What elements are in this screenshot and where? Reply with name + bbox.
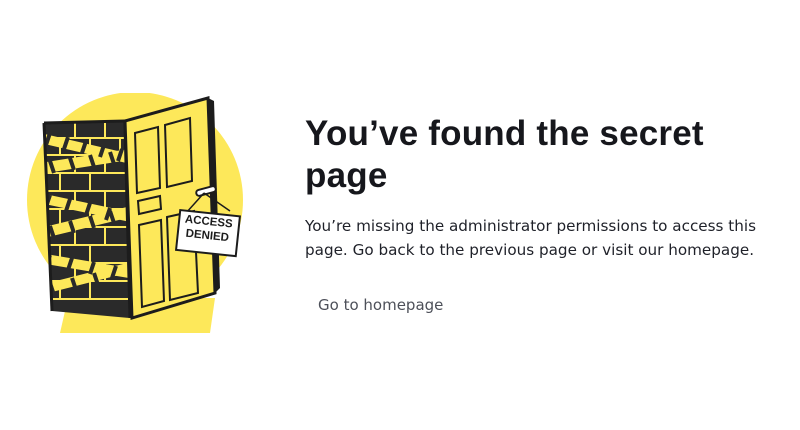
error-description: You’re missing the administrator permiss… — [305, 217, 757, 259]
page-title: You’ve found the secret page — [305, 114, 704, 195]
error-content: You’ve found the secret page You’re miss… — [305, 113, 785, 315]
error-page: ACCESS DENIED You’ve found the secret pa… — [0, 0, 800, 430]
access-denied-illustration: ACCESS DENIED — [20, 92, 250, 338]
go-to-homepage-button[interactable]: Go to homepage — [318, 295, 443, 315]
